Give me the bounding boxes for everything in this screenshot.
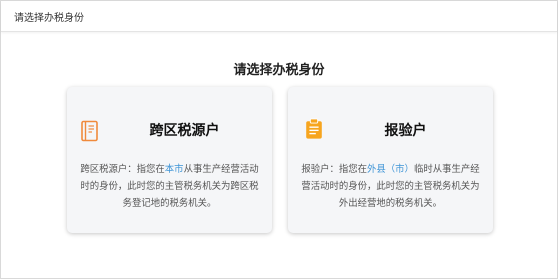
desc-highlight: 本市 — [164, 164, 184, 175]
page-heading: 请选择办税身份 — [233, 63, 325, 78]
card-title: 报验户 — [384, 123, 427, 139]
card-description: 跨区税源户：指您在本市从事生产经营活动时的身份，此时您的主管税务机关为跨区税务登… — [78, 161, 261, 212]
card-title: 跨区税源户 — [149, 123, 220, 139]
title-bar: 请选择办税身份 — [1, 1, 557, 32]
desc-text: 跨区税源户：指您在 — [80, 164, 165, 175]
card-description: 报验户：指您在外县（市）临时从事生产经营活动时的身份，此时您的主管税务机关为外出… — [299, 161, 482, 212]
desc-highlight: 外县（市） — [367, 164, 414, 175]
card-cross-region-taxpayer[interactable]: 跨区税源户 跨区税源户：指您在本市从事生产经营活动时的身份，此时您的主管税务机关… — [67, 87, 272, 233]
card-inspection-taxpayer[interactable]: 报验户 报验户：指您在外县（市）临时从事生产经营活动时的身份，此时您的主管税务机… — [288, 87, 493, 233]
dialog-window: 请选择办税身份 请选择办税身份 跨区税源户 跨区税源户：指您在本市从事生产经营活… — [0, 0, 558, 279]
window-title: 请选择办税身份 — [14, 13, 84, 24]
desc-text: 报验户：指您在 — [301, 164, 368, 175]
